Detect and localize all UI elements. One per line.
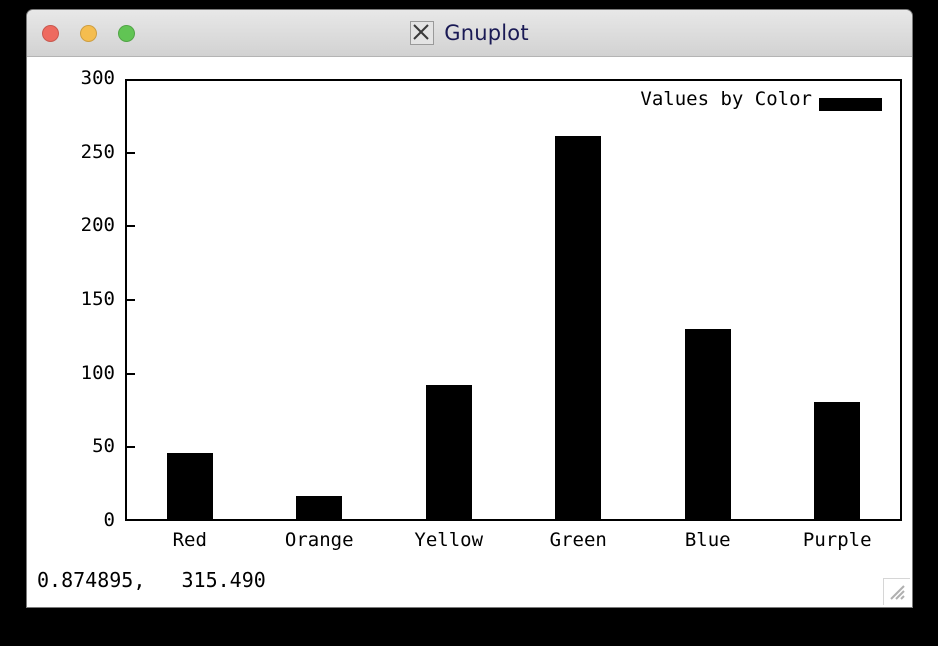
y-axis-tick-label: 300 [80,67,115,89]
bar [166,453,213,521]
coordinate-readout: 0.874895, 315.490 [37,568,266,592]
window-title-group: Gnuplot [27,21,912,45]
y-axis-tick-mark [125,225,135,228]
y-axis-tick-label: 100 [80,361,115,384]
x11-app-icon [410,21,435,45]
y-axis-tick-label: 200 [80,214,115,237]
bar [425,385,472,521]
gnuplot-window: Gnuplot 0 50 100 150 200 250 300 Red Orange Yell… [27,10,912,607]
y-axis-tick-label: 250 [80,140,115,163]
x-axis-tick-label: Red [172,529,207,551]
plot-canvas[interactable]: 0 50 100 150 200 250 300 Red Orange Yellow Green B… [27,57,912,607]
window-titlebar[interactable]: Gnuplot [27,10,912,57]
bar [296,495,343,521]
window-title: Gnuplot [444,21,529,45]
bar [555,136,602,521]
bar [684,329,731,521]
minimize-button[interactable] [80,25,97,42]
y-axis-tick-label: 150 [80,288,115,310]
x-axis-tick-label: Green [549,529,607,551]
x-axis-tick-label: Yellow [414,529,484,551]
close-button[interactable] [42,25,59,42]
legend-entry-label: Values by Color [640,88,812,110]
y-axis-tick-mark [125,446,135,449]
y-axis-tick-label: 50 [92,435,115,458]
x-axis-tick-label: Purple [802,529,872,551]
y-axis-tick-label: 0 [103,509,115,531]
legend-swatch [819,98,882,111]
plot-frame [125,79,902,521]
y-axis-tick-mark [125,372,135,375]
bar [814,401,861,521]
x-axis-tick-label: Blue [684,529,731,551]
x-axis-tick-label: Orange [284,529,354,551]
status-bar: 0.874895, 315.490 [27,557,912,607]
resize-grip[interactable] [883,578,910,605]
maximize-button[interactable] [118,25,135,42]
y-axis-tick-mark [125,299,135,301]
y-axis-tick-mark [125,151,135,154]
